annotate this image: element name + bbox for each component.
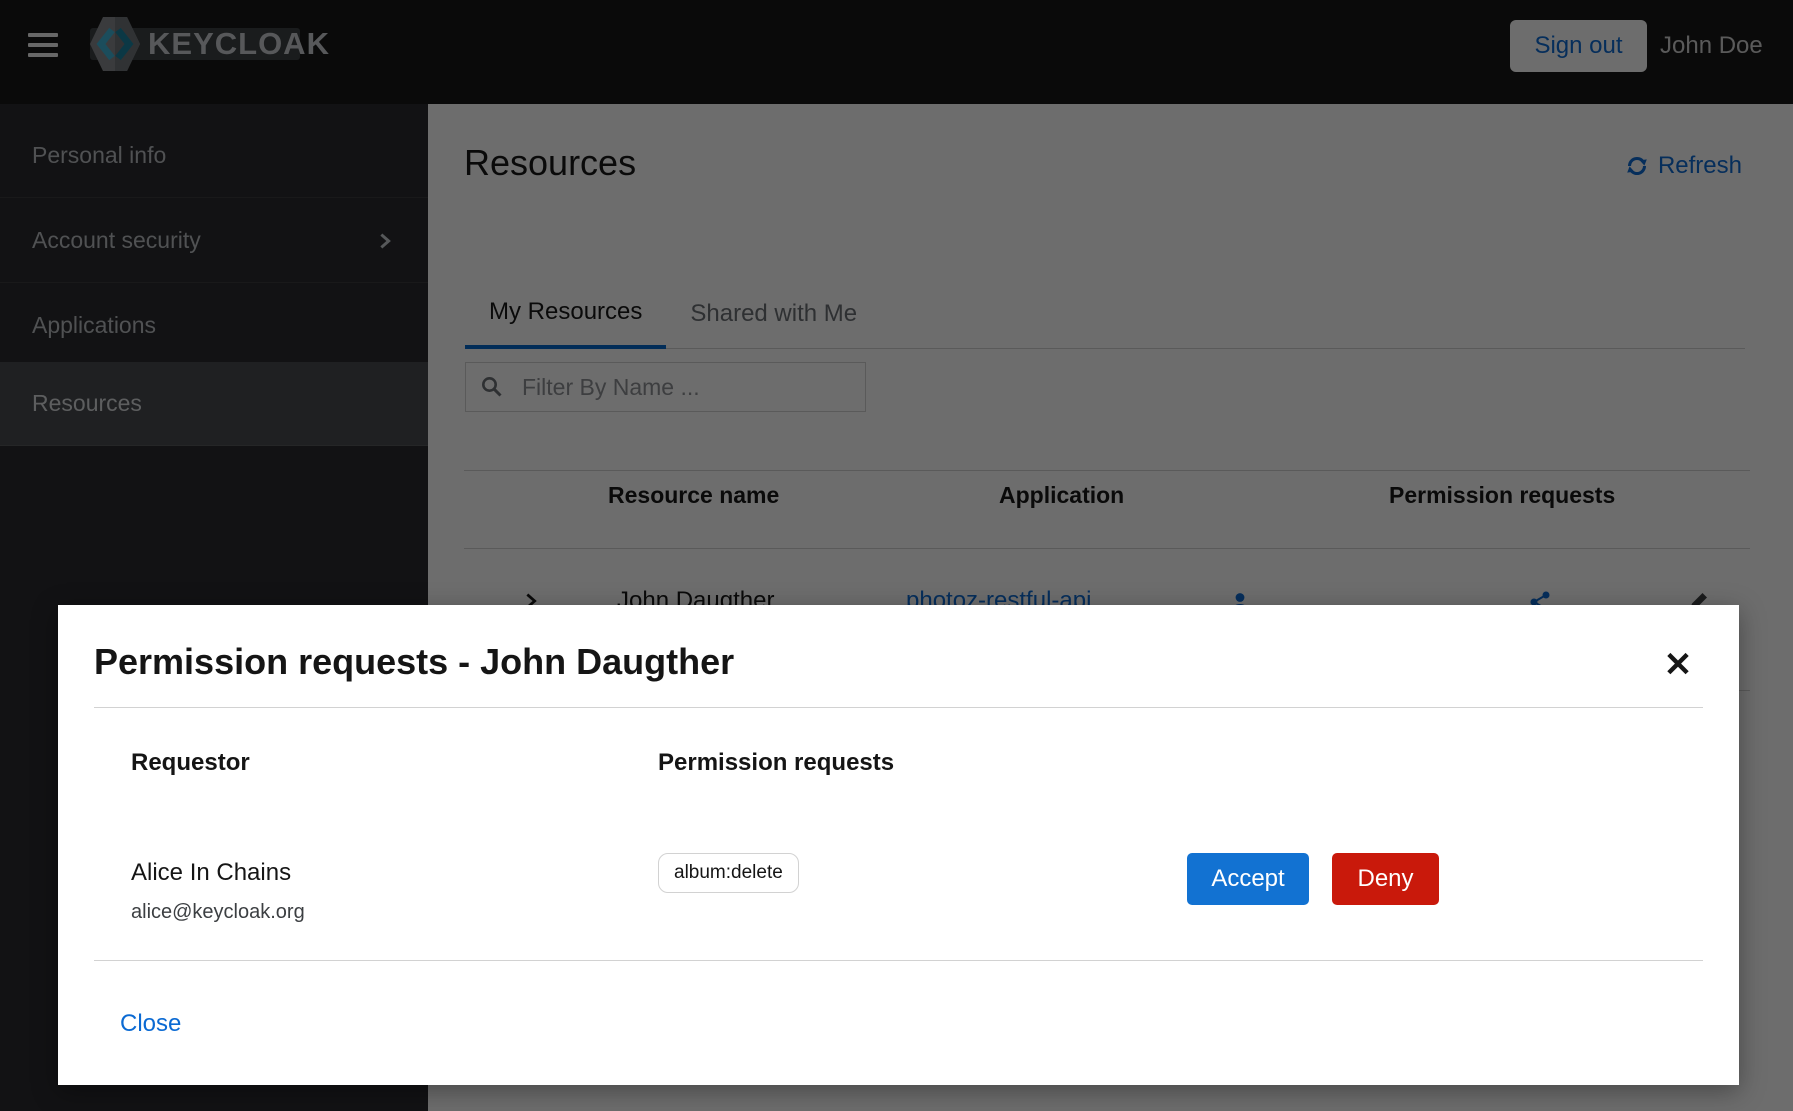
scope-chip-label: album:delete bbox=[674, 862, 783, 884]
modal-column-permission-requests: Permission requests bbox=[658, 749, 894, 777]
requestor-email: alice@keycloak.org bbox=[131, 901, 305, 924]
modal-footer-divider bbox=[94, 960, 1703, 961]
permission-requests-modal: Permission requests - John Daugther ✕ Re… bbox=[58, 605, 1739, 1085]
accept-button[interactable]: Accept bbox=[1187, 853, 1309, 905]
modal-column-requestor: Requestor bbox=[131, 749, 250, 777]
deny-button[interactable]: Deny bbox=[1332, 853, 1439, 905]
modal-header-divider bbox=[94, 707, 1703, 708]
requestor-name: Alice In Chains bbox=[131, 859, 291, 887]
app-window: KEYCLOAK Sign out John Doe Personal info… bbox=[0, 0, 1793, 1111]
modal-close-icon[interactable]: ✕ bbox=[1654, 641, 1702, 689]
scope-chip: album:delete bbox=[658, 853, 799, 893]
modal-title: Permission requests - John Daugther bbox=[94, 641, 734, 683]
close-link[interactable]: Close bbox=[120, 1010, 181, 1038]
